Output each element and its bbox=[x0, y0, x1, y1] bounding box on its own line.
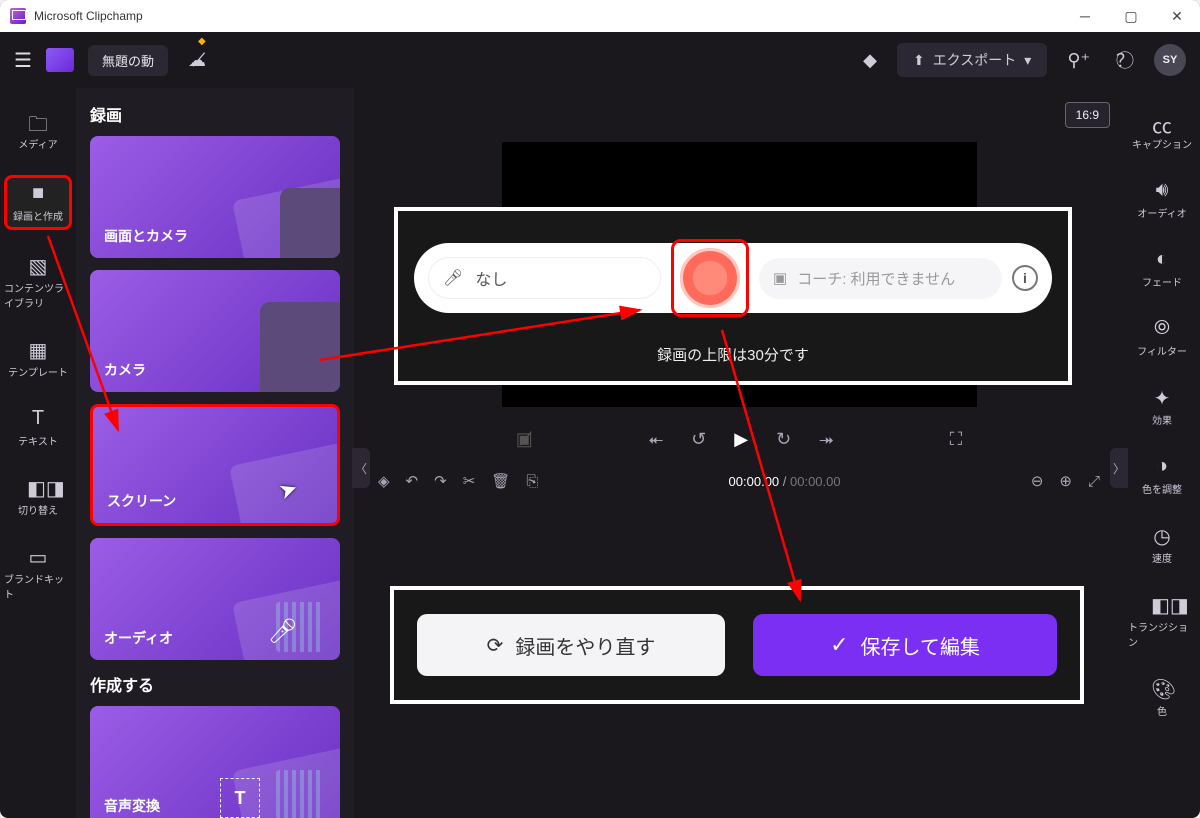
coach-field[interactable]: ▣ コーチ: 利用できません bbox=[759, 258, 1002, 299]
panel-heading-create: 作成する bbox=[90, 672, 340, 696]
rail-text[interactable]: Tテキスト bbox=[4, 403, 72, 452]
undo-icon[interactable]: ↶ bbox=[406, 472, 419, 490]
share-icon[interactable]: ⚲⁺ bbox=[1061, 44, 1096, 77]
zoom-in-icon[interactable]: ⊕ bbox=[1059, 472, 1072, 490]
rail-color[interactable]: 🎨︎色 bbox=[1128, 673, 1196, 722]
mic-select[interactable]: 🎤︎ なし bbox=[428, 257, 661, 299]
delete-icon[interactable]: 🗑 bbox=[491, 472, 510, 490]
save-edit-button[interactable]: ✓ 保存して編集 bbox=[753, 614, 1057, 676]
project-name[interactable]: 無題の動 bbox=[88, 45, 168, 76]
window-controls: ─ ▢ ✕ bbox=[1062, 0, 1200, 32]
clipchamp-logo bbox=[46, 48, 74, 72]
rail-transitions[interactable]: ◧◨トランジション bbox=[1128, 589, 1196, 653]
premium-icon[interactable]: ◆ bbox=[857, 44, 883, 77]
timeline-toolbar: ◈ ↶ ↷ ✂ 🗑 ⎘ 00:00.00 / 00:00.00 ⊖ ⊕ ⤢ bbox=[368, 472, 1110, 490]
rail-library[interactable]: ▧コンテンツライブラリ bbox=[4, 250, 72, 314]
rail-effects[interactable]: ✦効果 bbox=[1128, 382, 1196, 431]
contrast-icon: ◑ bbox=[1151, 455, 1173, 477]
minimize-button[interactable]: ─ bbox=[1062, 0, 1108, 32]
check-icon: ✓ bbox=[830, 632, 848, 658]
rail-transition[interactable]: ◧◨切り替え bbox=[4, 472, 72, 521]
close-button[interactable]: ✕ bbox=[1154, 0, 1200, 32]
right-rail: 〉 ㏄キャプション 🔊︎オーディオ ◐フェード ⦾フィルター ✦効果 ◑色を調整… bbox=[1124, 88, 1200, 818]
app-icon bbox=[10, 8, 26, 24]
card-screen-camera[interactable]: 画面とカメラ bbox=[90, 136, 340, 258]
fade-icon: ◐ bbox=[1151, 248, 1173, 270]
forward-icon[interactable]: ↻ bbox=[776, 429, 791, 450]
redo-icon[interactable]: ↷ bbox=[434, 472, 447, 490]
rewind-icon[interactable]: ↺ bbox=[691, 429, 706, 450]
user-avatar[interactable]: SY bbox=[1154, 44, 1186, 76]
upload-icon: ⬆ bbox=[913, 52, 925, 69]
retry-record-button[interactable]: ⟳ 録画をやり直す bbox=[417, 614, 725, 676]
record-button[interactable] bbox=[677, 245, 743, 311]
rail-captions[interactable]: ㏄キャプション bbox=[1128, 106, 1196, 155]
skip-end-icon[interactable]: ⯮ bbox=[819, 429, 833, 450]
rail-speed[interactable]: ◷速度 bbox=[1128, 520, 1196, 569]
hamburger-menu[interactable]: ☰ bbox=[14, 48, 32, 73]
stack-icon: ▧ bbox=[27, 254, 49, 276]
duplicate-icon[interactable]: ⎘ bbox=[526, 473, 538, 490]
side-panel: 録画 画面とカメラ カメラ スクリーン➤ 🎤︎オーディオ 作成する T音声変換 bbox=[76, 88, 354, 818]
rail-record-create[interactable]: ■録画と作成 bbox=[4, 175, 72, 230]
trans-icon: ◧◨ bbox=[1151, 593, 1173, 615]
stage: 〈 16:9 ▣̸ ⯬ ↺ ▶ ↻ ⯮ ⛶ ◈ ↶ ↷ ✂ 🗑 ⎘ 0 bbox=[354, 88, 1124, 818]
cut-icon[interactable]: ✂ bbox=[463, 472, 476, 490]
filter-icon: ⦾ bbox=[1151, 317, 1173, 339]
fullscreen-icon[interactable]: ⛶ bbox=[950, 429, 963, 450]
brand-icon: ▭ bbox=[27, 545, 49, 567]
grid-icon: ▦ bbox=[27, 338, 49, 360]
coach-icon: ▣ bbox=[773, 269, 787, 287]
help-icon[interactable]: ？⃝ bbox=[1110, 41, 1140, 79]
sync-off-icon[interactable]: ☁̸◆ bbox=[182, 44, 212, 77]
cc-icon: ㏄ bbox=[1151, 110, 1173, 132]
card-camera[interactable]: カメラ bbox=[90, 270, 340, 392]
premium-badge-icon: ◆ bbox=[198, 36, 206, 47]
play-icon[interactable]: ▶ bbox=[734, 429, 748, 450]
maximize-button[interactable]: ▢ bbox=[1108, 0, 1154, 32]
info-icon[interactable]: i bbox=[1012, 265, 1038, 291]
panel-heading-record: 録画 bbox=[90, 102, 340, 126]
export-button[interactable]: ⬆ エクスポート ▾ bbox=[897, 43, 1047, 77]
sound-icon: 🔊︎ bbox=[1151, 179, 1173, 201]
timecode: 00:00.00 / 00:00.00 bbox=[729, 474, 841, 489]
app-title: Microsoft Clipchamp bbox=[34, 9, 143, 23]
rail-templates[interactable]: ▦テンプレート bbox=[4, 334, 72, 383]
rail-audio[interactable]: 🔊︎オーディオ bbox=[1128, 175, 1196, 224]
rail-color-adjust[interactable]: ◑色を調整 bbox=[1128, 451, 1196, 500]
mic-icon: 🎤︎ bbox=[443, 268, 463, 288]
card-voice[interactable]: T音声変換 bbox=[90, 706, 340, 818]
chevron-down-icon: ▾ bbox=[1024, 52, 1031, 69]
tag-icon[interactable]: ◈ bbox=[378, 472, 390, 490]
fit-icon[interactable]: ⤢ bbox=[1088, 473, 1100, 490]
record-limit-text: 録画の上限は30分です bbox=[398, 344, 1068, 365]
playback-controls: ▣̸ ⯬ ↺ ▶ ↻ ⯮ ⛶ bbox=[368, 429, 1110, 450]
collapse-panel-button[interactable]: 〈 bbox=[352, 448, 370, 488]
rail-filter[interactable]: ⦾フィルター bbox=[1128, 313, 1196, 362]
transition-icon: ◧◨ bbox=[27, 476, 49, 498]
palette-icon: 🎨︎ bbox=[1151, 677, 1173, 699]
crop-icon[interactable]: ▣̸ bbox=[516, 429, 533, 450]
card-audio[interactable]: 🎤︎オーディオ bbox=[90, 538, 340, 660]
skip-start-icon[interactable]: ⯬ bbox=[649, 429, 663, 450]
left-rail: 🗀メディア ■録画と作成 ▧コンテンツライブラリ ▦テンプレート Tテキスト ◧… bbox=[0, 88, 76, 818]
card-screen[interactable]: スクリーン➤ bbox=[90, 404, 340, 526]
folder-icon: 🗀 bbox=[27, 110, 49, 132]
action-overlay: ⟳ 録画をやり直す ✓ 保存して編集 bbox=[390, 586, 1084, 704]
aspect-ratio[interactable]: 16:9 bbox=[1065, 102, 1110, 128]
top-toolbar: ☰ 無題の動 ☁̸◆ ◆ ⬆ エクスポート ▾ ⚲⁺ ？⃝ SY bbox=[0, 32, 1200, 88]
rail-media[interactable]: 🗀メディア bbox=[4, 106, 72, 155]
text-icon: T bbox=[27, 407, 49, 429]
record-overlay: 🎤︎ なし ▣ コーチ: 利用できません i 録画の上限は30分です bbox=[394, 207, 1072, 385]
fx-icon: ✦ bbox=[1151, 386, 1173, 408]
camera-icon: ■ bbox=[27, 182, 49, 204]
rail-brand[interactable]: ▭ブランドキット bbox=[4, 541, 72, 605]
refresh-icon: ⟳ bbox=[487, 633, 504, 658]
zoom-out-icon[interactable]: ⊖ bbox=[1031, 472, 1044, 490]
rail-fade[interactable]: ◐フェード bbox=[1128, 244, 1196, 293]
collapse-right-button[interactable]: 〉 bbox=[1110, 448, 1128, 488]
title-bar: Microsoft Clipchamp ─ ▢ ✕ bbox=[0, 0, 1200, 32]
mic-icon: 🎤︎ bbox=[268, 617, 298, 646]
speed-icon: ◷ bbox=[1151, 524, 1173, 546]
